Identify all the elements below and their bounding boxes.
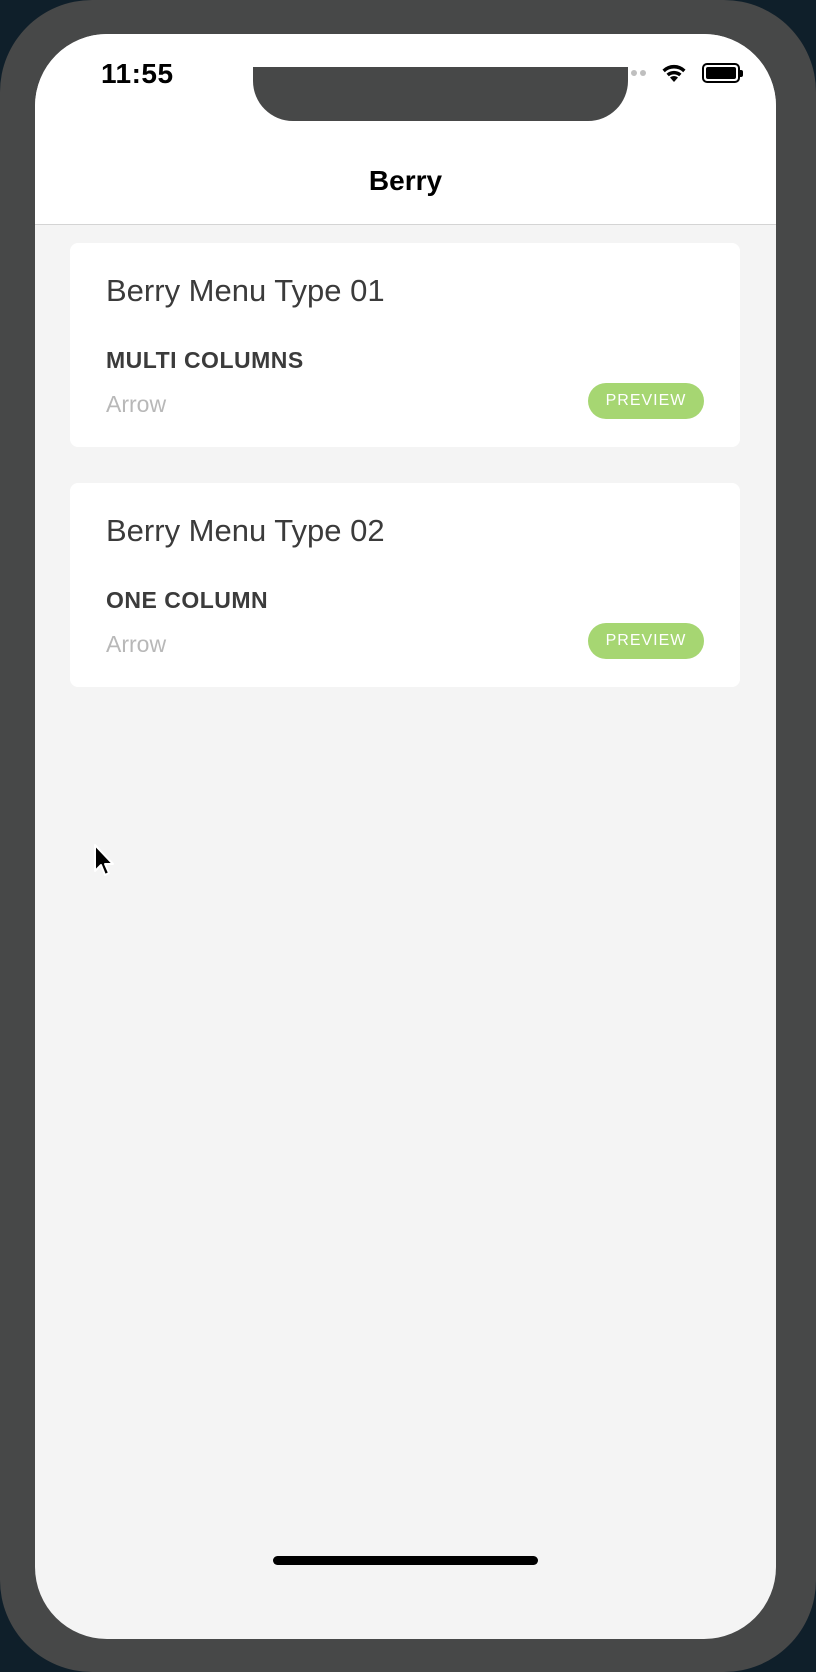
- card-title: Berry Menu Type 02: [106, 513, 385, 548]
- status-time: 11:55: [101, 58, 174, 89]
- preview-button[interactable]: PREVIEW: [588, 623, 704, 659]
- phone-screen: 11:55 Berry Berry Menu Type 01 MULTI COL…: [35, 34, 776, 1639]
- card-style-label: Arrow: [106, 391, 167, 417]
- card-subtitle: MULTI COLUMNS: [106, 347, 304, 373]
- card-style-label: Arrow: [106, 631, 167, 657]
- card-subtitle: ONE COLUMN: [106, 587, 269, 613]
- preview-button[interactable]: PREVIEW: [588, 383, 704, 419]
- navigation-bar: Berry: [35, 139, 776, 225]
- home-indicator[interactable]: [273, 1556, 538, 1565]
- card-title: Berry Menu Type 01: [106, 273, 385, 308]
- battery-icon: [702, 63, 743, 83]
- status-icons: [613, 62, 743, 84]
- page-title: Berry: [368, 165, 443, 196]
- phone-frame: 11:55 Berry Berry Menu Type 01 MULTI COL…: [0, 0, 816, 1672]
- menu-card-type-01[interactable]: Berry Menu Type 01 MULTI COLUMNS Arrow P…: [70, 243, 740, 447]
- menu-card-type-02[interactable]: Berry Menu Type 02 ONE COLUMN Arrow PREV…: [70, 483, 740, 687]
- mouse-cursor-icon: [94, 844, 114, 876]
- notch: [253, 67, 628, 121]
- wifi-icon: [662, 64, 686, 82]
